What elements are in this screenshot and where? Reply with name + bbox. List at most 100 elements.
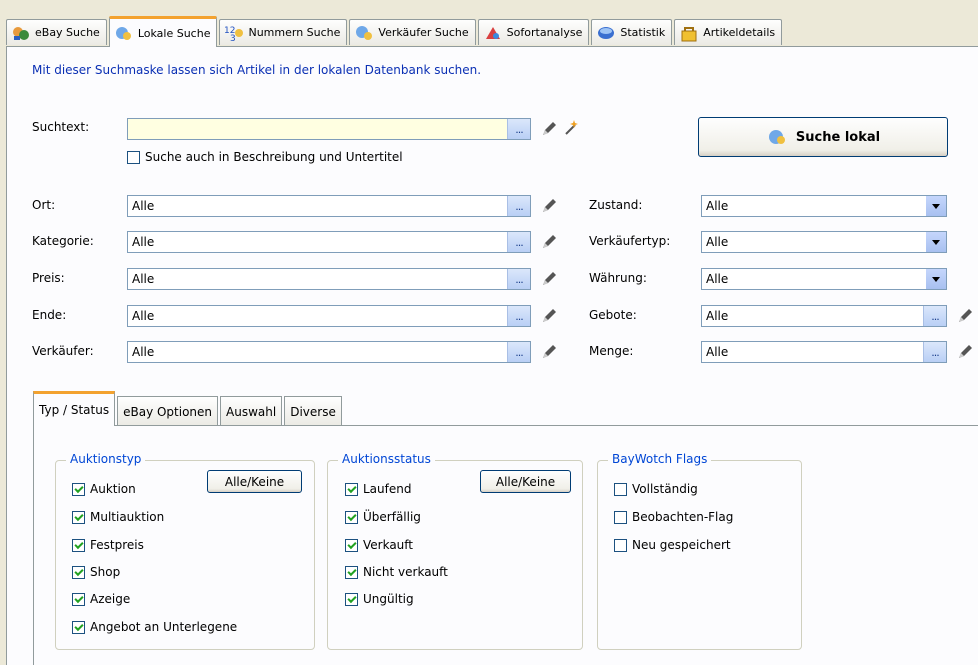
kategorie-dots-button[interactable]: ...: [507, 232, 530, 252]
field-value: Alle: [706, 309, 729, 323]
search-local-button[interactable]: Suche lokal: [698, 117, 948, 157]
checkbox-label: Neu gespeichert: [632, 538, 731, 552]
zustand-label: Zustand:: [589, 198, 643, 212]
waehrung-select[interactable]: Alle: [701, 268, 947, 290]
neu-gespeichert-checkbox[interactable]: Neu gespeichert: [614, 538, 731, 552]
ort-dots-button[interactable]: ...: [507, 196, 530, 216]
menge-dots-button[interactable]: ...: [923, 342, 946, 362]
field-value: Alle: [132, 345, 155, 359]
gebote-dots-button[interactable]: ...: [923, 306, 946, 326]
ende-field[interactable]: Alle...: [127, 305, 531, 327]
pencil-icon[interactable]: [540, 233, 558, 251]
azeige-checkbox[interactable]: Azeige: [72, 592, 130, 606]
tab-label: Statistik: [620, 26, 666, 39]
auktionstyp-all-none-button[interactable]: Alle/Keine: [207, 470, 302, 493]
field-value: Alle: [706, 199, 729, 213]
ende-dots-button[interactable]: ...: [507, 306, 530, 326]
field-value: Alle: [132, 199, 155, 213]
checkbox-label: Verkauft: [363, 538, 414, 552]
tab-sofortanalyse[interactable]: Sofortanalyse: [477, 19, 590, 45]
tab-label: Nummern Suche: [248, 26, 341, 39]
group-title: BayWotch Flags: [608, 452, 712, 466]
nicht-verkauft-checkbox[interactable]: Nicht verkauft: [345, 565, 448, 579]
preis-dots-button[interactable]: ...: [507, 269, 530, 289]
verkaeufertyp-select[interactable]: Alle: [701, 231, 947, 253]
angebot-unterlegene-checkbox[interactable]: Angebot an Unterlegene: [72, 620, 237, 634]
analysis-icon: [483, 24, 503, 42]
verkaeufertyp-label: Verkäufertyp:: [589, 234, 671, 248]
pencil-icon[interactable]: [540, 343, 558, 361]
gebote-label: Gebote:: [589, 308, 637, 322]
tab-label: Artikeldetails: [703, 26, 776, 39]
ueberfaellig-checkbox[interactable]: Überfällig: [345, 510, 421, 524]
auktion-checkbox[interactable]: Auktion: [72, 482, 136, 496]
pencil-icon[interactable]: [540, 197, 558, 215]
statistics-icon: [596, 24, 616, 42]
preis-field[interactable]: Alle...: [127, 268, 531, 290]
pencil-icon[interactable]: [956, 343, 974, 361]
tab-lokale-suche[interactable]: Lokale Suche: [108, 16, 218, 47]
tab-statistik[interactable]: Statistik: [591, 19, 673, 45]
festpreis-checkbox[interactable]: Festpreis: [72, 538, 144, 552]
checkbox-box: [72, 565, 85, 579]
checkbox-label: Vollständig: [632, 482, 698, 496]
checkbox-box: [345, 538, 358, 552]
beobachten-flag-checkbox[interactable]: Beobachten-Flag: [614, 510, 733, 524]
checkbox-box: [72, 592, 85, 606]
ort-field[interactable]: Alle...: [127, 195, 531, 217]
laufend-checkbox[interactable]: Laufend: [345, 482, 411, 496]
field-value: Alle: [706, 272, 729, 286]
ort-label: Ort:: [32, 198, 56, 212]
local-search-icon: [768, 130, 785, 144]
ungueltig-checkbox[interactable]: Ungültig: [345, 592, 414, 606]
seller-search-icon: [354, 24, 374, 42]
chevron-down-icon[interactable]: [926, 196, 946, 216]
checkbox-label: Shop: [90, 565, 121, 579]
chevron-down-icon[interactable]: [926, 232, 946, 252]
verkauft-checkbox[interactable]: Verkauft: [345, 538, 413, 552]
tab-label: Verkäufer Suche: [378, 26, 469, 39]
checkbox-box: [345, 482, 358, 496]
field-value: Alle: [132, 235, 155, 249]
pencil-icon[interactable]: [540, 270, 558, 288]
tab-label: eBay Suche: [35, 26, 100, 39]
checkbox-box: [127, 150, 140, 164]
tab-label: Sofortanalyse: [506, 26, 583, 39]
tab-ebay-suche[interactable]: eBay Suche: [6, 19, 107, 45]
tab-nummern-suche[interactable]: 12 3 Nummern Suche: [219, 19, 348, 45]
gebote-field[interactable]: Alle...: [701, 305, 947, 327]
multiauktion-checkbox[interactable]: Multiauktion: [72, 510, 164, 524]
vollstaendig-checkbox[interactable]: Vollständig: [614, 482, 698, 496]
menge-field[interactable]: Alle...: [701, 341, 947, 363]
verkaeufer-label: Verkäufer:: [32, 344, 94, 358]
tab-ebay-optionen[interactable]: eBay Optionen: [117, 396, 219, 426]
waehrung-label: Währung:: [589, 271, 647, 285]
search-text-dots-button[interactable]: ...: [507, 119, 530, 139]
checkbox-box: [345, 592, 358, 606]
tab-verkaeufer-suche[interactable]: Verkäufer Suche: [349, 19, 476, 45]
search-text-input[interactable]: ...: [127, 118, 531, 140]
preis-label: Preis:: [32, 271, 65, 285]
auktionsstatus-all-none-button[interactable]: Alle/Keine: [480, 470, 571, 493]
kategorie-label: Kategorie:: [32, 234, 94, 248]
field-value: Alle: [132, 272, 155, 286]
tab-artikeldetails[interactable]: Artikeldetails: [674, 19, 783, 45]
search-description-checkbox[interactable]: Suche auch in Beschreibung und Untertite…: [127, 150, 403, 164]
pencil-icon[interactable]: [956, 307, 974, 325]
kategorie-field[interactable]: Alle...: [127, 231, 531, 253]
checkbox-box: [345, 565, 358, 579]
tab-auswahl[interactable]: Auswahl: [220, 396, 283, 426]
pencil-icon[interactable]: [540, 120, 558, 138]
pencil-icon[interactable]: [540, 307, 558, 325]
chevron-down-icon[interactable]: [926, 269, 946, 289]
verkaeufer-dots-button[interactable]: ...: [507, 342, 530, 362]
checkbox-label: Beobachten-Flag: [632, 510, 734, 524]
zustand-select[interactable]: Alle: [701, 195, 947, 217]
magic-wand-icon[interactable]: [562, 118, 580, 136]
checkbox-box: [72, 510, 85, 524]
verkaeufer-field[interactable]: Alle...: [127, 341, 531, 363]
tab-typ-status[interactable]: Typ / Status: [33, 391, 116, 426]
shop-checkbox[interactable]: Shop: [72, 565, 120, 579]
number-search-icon: 12 3: [224, 24, 244, 44]
tab-diverse[interactable]: Diverse: [284, 396, 342, 426]
